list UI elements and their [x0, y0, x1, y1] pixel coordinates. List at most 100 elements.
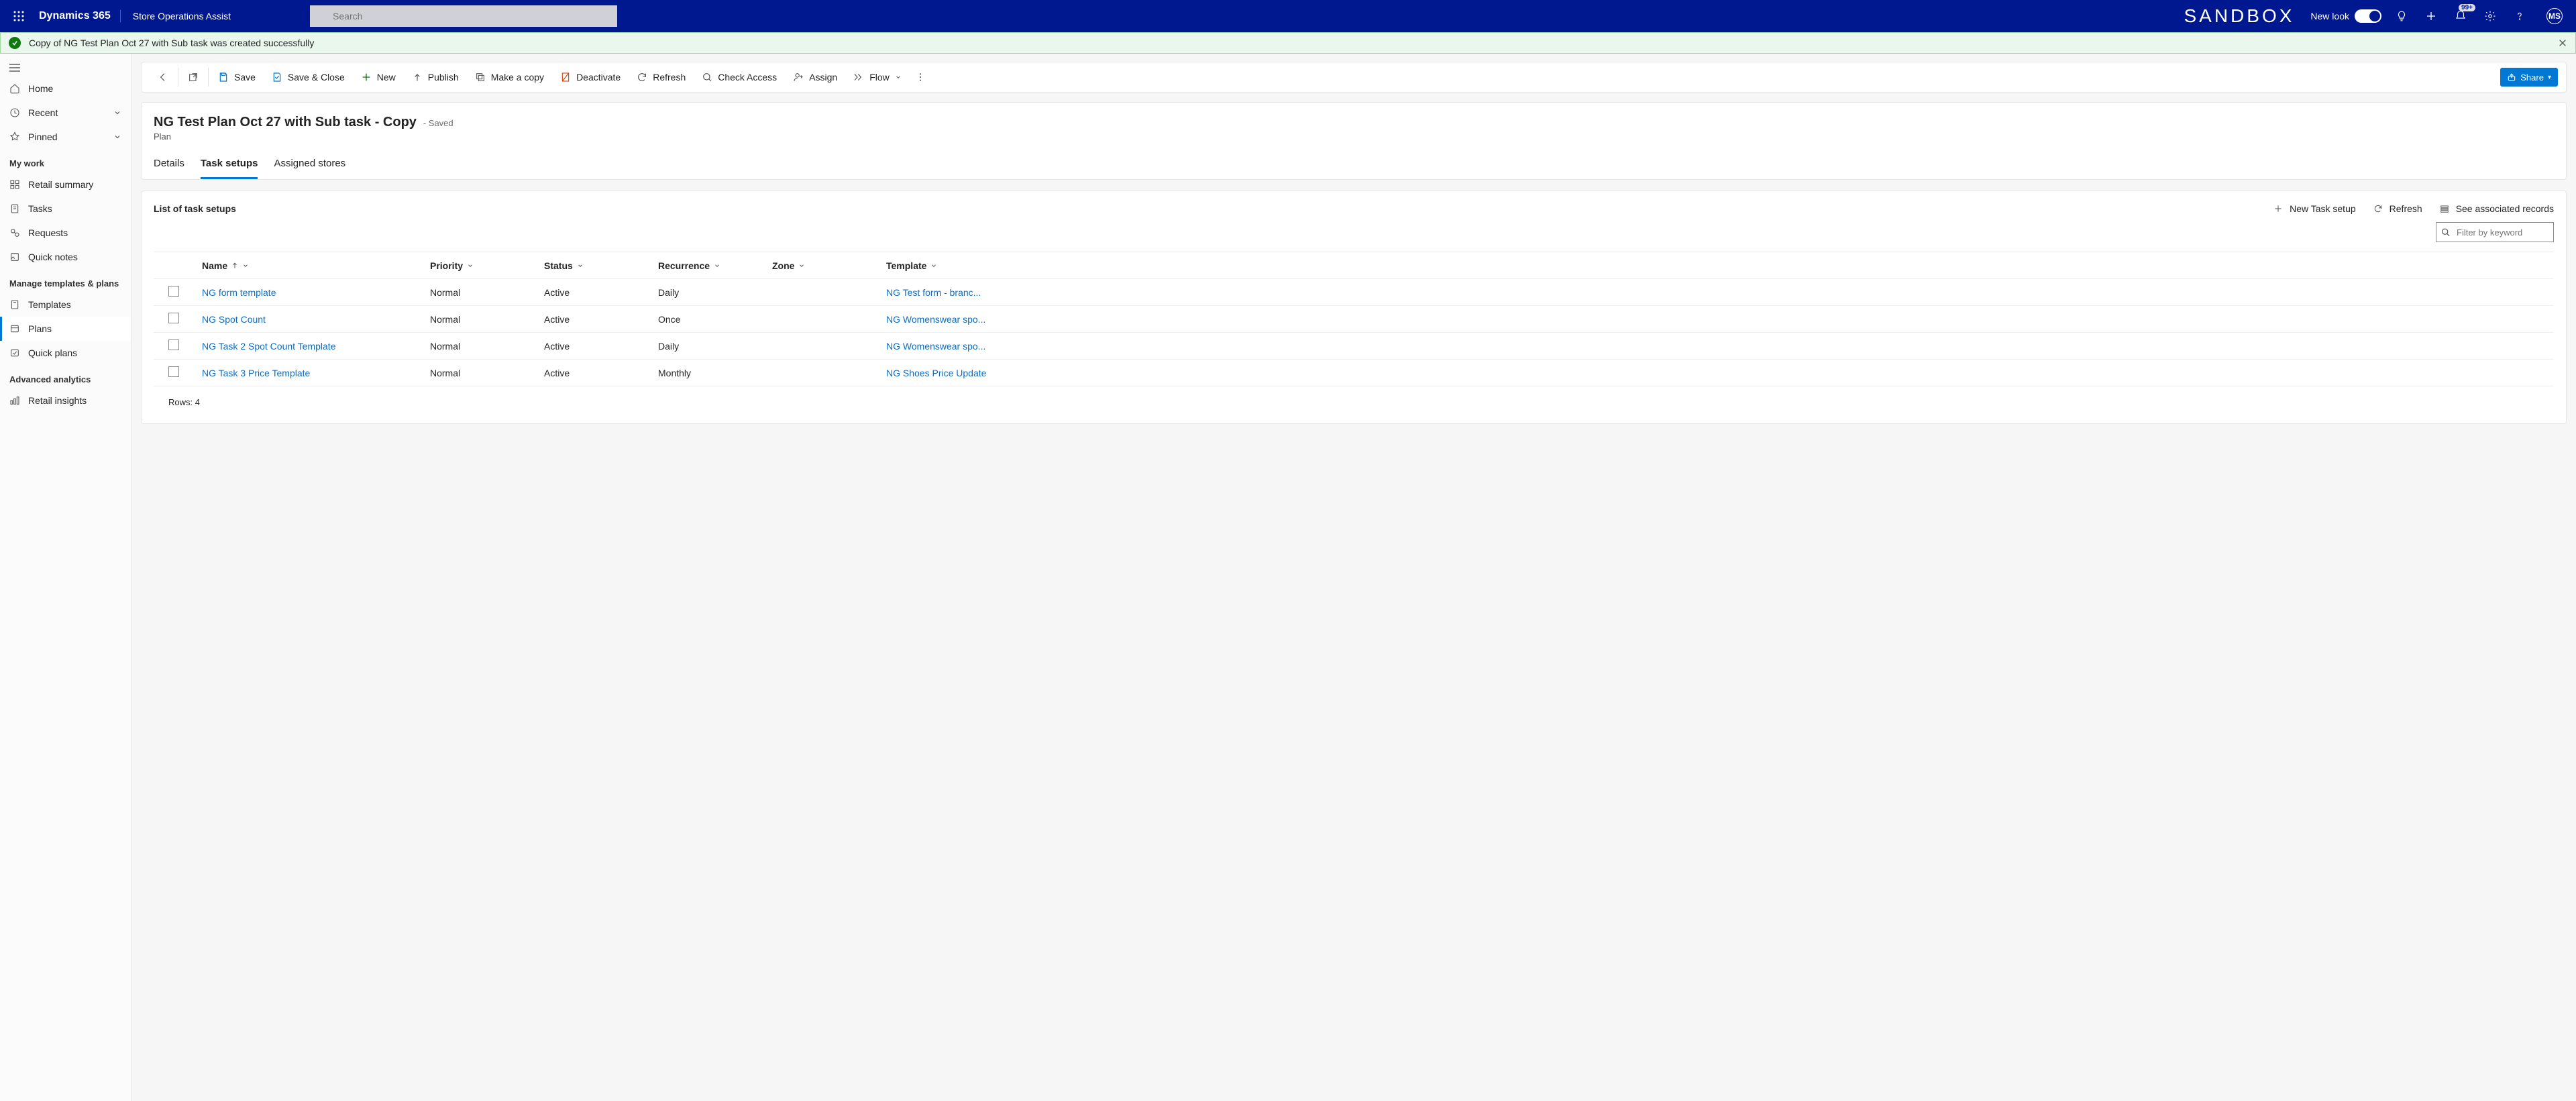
save-button[interactable]: Save [210, 65, 264, 89]
deactivate-button[interactable]: Deactivate [552, 65, 629, 89]
cell-recurrence: Once [658, 314, 772, 325]
template-link[interactable]: NG Shoes Price Update [886, 368, 986, 378]
open-new-window-button[interactable] [180, 65, 207, 89]
publish-label: Publish [428, 72, 459, 83]
nav-quick-plans-label: Quick plans [28, 348, 77, 358]
nav-retail-insights-label: Retail insights [28, 395, 87, 406]
nav-home[interactable]: Home [0, 76, 131, 101]
row-count-label: Rows: 4 [154, 397, 2554, 407]
nav-plans[interactable]: Plans [0, 317, 131, 341]
record-saved-status: - Saved [423, 118, 453, 128]
sandbox-label: SANDBOX [2184, 5, 2294, 27]
cell-priority: Normal [430, 341, 544, 352]
table-row[interactable]: NG Task 3 Price TemplateNormalActiveMont… [154, 360, 2554, 386]
site-nav: Home Recent Pinned My work Retail summar… [0, 54, 131, 1101]
content-area: Save Save & Close New Publish Make a cop… [131, 54, 2576, 1101]
refresh-button[interactable]: Refresh [629, 65, 694, 89]
column-header-zone[interactable]: Zone [772, 260, 886, 271]
assign-label: Assign [809, 72, 837, 83]
template-link[interactable]: NG Womenswear spo... [886, 341, 985, 352]
nav-quick-notes[interactable]: Quick notes [0, 245, 131, 269]
task-name-link[interactable]: NG Task 2 Spot Count Template [202, 341, 335, 352]
table-row[interactable]: NG form templateNormalActiveDailyNG Test… [154, 279, 2554, 306]
cell-recurrence: Daily [658, 341, 772, 352]
nav-recent[interactable]: Recent [0, 101, 131, 125]
flow-button[interactable]: Flow [845, 65, 910, 89]
chevron-down-icon: ▾ [2548, 74, 2551, 81]
user-avatar[interactable]: MS [2546, 8, 2563, 24]
filter-keyword-input[interactable] [2436, 222, 2554, 242]
new-label: New [377, 72, 396, 83]
overflow-menu-icon[interactable] [910, 72, 931, 83]
share-label: Share [2520, 72, 2544, 83]
make-copy-button[interactable]: Make a copy [467, 65, 552, 89]
bell-icon[interactable]: 99+ [2453, 8, 2469, 24]
nav-tasks[interactable]: Tasks [0, 197, 131, 221]
new-look-toggle[interactable] [2355, 9, 2381, 23]
column-header-priority[interactable]: Priority [430, 260, 544, 271]
brand-label[interactable]: Dynamics 365 [30, 10, 121, 22]
table-row[interactable]: NG Spot CountNormalActiveOnceNG Womenswe… [154, 306, 2554, 333]
refresh-label: Refresh [653, 72, 686, 83]
publish-button[interactable]: Publish [404, 65, 467, 89]
save-label: Save [234, 72, 256, 83]
entity-label: Plan [154, 132, 2554, 142]
nav-requests[interactable]: Requests [0, 221, 131, 245]
task-name-link[interactable]: NG Spot Count [202, 314, 266, 325]
banner-close-icon[interactable] [2558, 38, 2567, 48]
template-link[interactable]: NG Womenswear spo... [886, 314, 985, 325]
nav-retail-summary-label: Retail summary [28, 179, 93, 190]
row-checkbox[interactable] [168, 339, 179, 350]
save-close-button[interactable]: Save & Close [264, 65, 353, 89]
gear-icon[interactable] [2482, 8, 2498, 24]
column-header-name[interactable]: Name [202, 260, 430, 271]
back-button[interactable] [150, 65, 176, 89]
cell-recurrence: Monthly [658, 368, 772, 378]
lightbulb-icon[interactable] [2394, 8, 2410, 24]
column-header-template[interactable]: Template [886, 260, 2539, 271]
row-checkbox[interactable] [168, 286, 179, 297]
form-tabs: Details Task setups Assigned stores [154, 158, 2554, 179]
new-button[interactable]: New [353, 65, 404, 89]
nav-pinned[interactable]: Pinned [0, 125, 131, 149]
table-row[interactable]: NG Task 2 Spot Count TemplateNormalActiv… [154, 333, 2554, 360]
nav-recent-label: Recent [28, 107, 58, 118]
nav-collapse-icon[interactable] [0, 59, 131, 76]
chevron-down-icon [113, 109, 121, 117]
tab-task-setups[interactable]: Task setups [201, 158, 258, 179]
cell-priority: Normal [430, 287, 544, 298]
tab-details[interactable]: Details [154, 158, 184, 179]
assign-button[interactable]: Assign [785, 65, 845, 89]
nav-section-manage: Manage templates & plans [0, 269, 131, 293]
global-search-input[interactable] [310, 5, 617, 27]
cell-status: Active [544, 368, 658, 378]
nav-retail-insights[interactable]: Retail insights [0, 388, 131, 413]
column-header-recurrence[interactable]: Recurrence [658, 260, 772, 271]
plus-icon[interactable] [2423, 8, 2439, 24]
app-name-label[interactable]: Store Operations Assist [121, 11, 243, 21]
row-checkbox[interactable] [168, 366, 179, 377]
row-checkbox[interactable] [168, 313, 179, 323]
notification-badge: 99+ [2459, 4, 2475, 11]
nav-templates-label: Templates [28, 299, 71, 310]
new-task-setup-button[interactable]: New Task setup [2273, 203, 2356, 214]
nav-templates[interactable]: Templates [0, 293, 131, 317]
share-button[interactable]: Share ▾ [2500, 68, 2558, 87]
top-bar: Dynamics 365 Store Operations Assist SAN… [0, 0, 2576, 32]
deactivate-label: Deactivate [576, 72, 621, 83]
tab-assigned-stores[interactable]: Assigned stores [274, 158, 345, 179]
new-look-toggle-group: New look [2310, 9, 2381, 23]
nav-plans-label: Plans [28, 323, 52, 334]
subgrid-refresh-button[interactable]: Refresh [2373, 203, 2422, 214]
template-link[interactable]: NG Test form - branc... [886, 287, 981, 298]
check-access-button[interactable]: Check Access [694, 65, 785, 89]
help-icon[interactable] [2512, 8, 2528, 24]
see-associated-button[interactable]: See associated records [2440, 203, 2554, 214]
nav-quick-plans[interactable]: Quick plans [0, 341, 131, 365]
search-icon [2441, 228, 2450, 237]
task-name-link[interactable]: NG form template [202, 287, 276, 298]
nav-retail-summary[interactable]: Retail summary [0, 172, 131, 197]
column-header-status[interactable]: Status [544, 260, 658, 271]
task-name-link[interactable]: NG Task 3 Price Template [202, 368, 310, 378]
app-launcher-icon[interactable] [8, 5, 30, 27]
